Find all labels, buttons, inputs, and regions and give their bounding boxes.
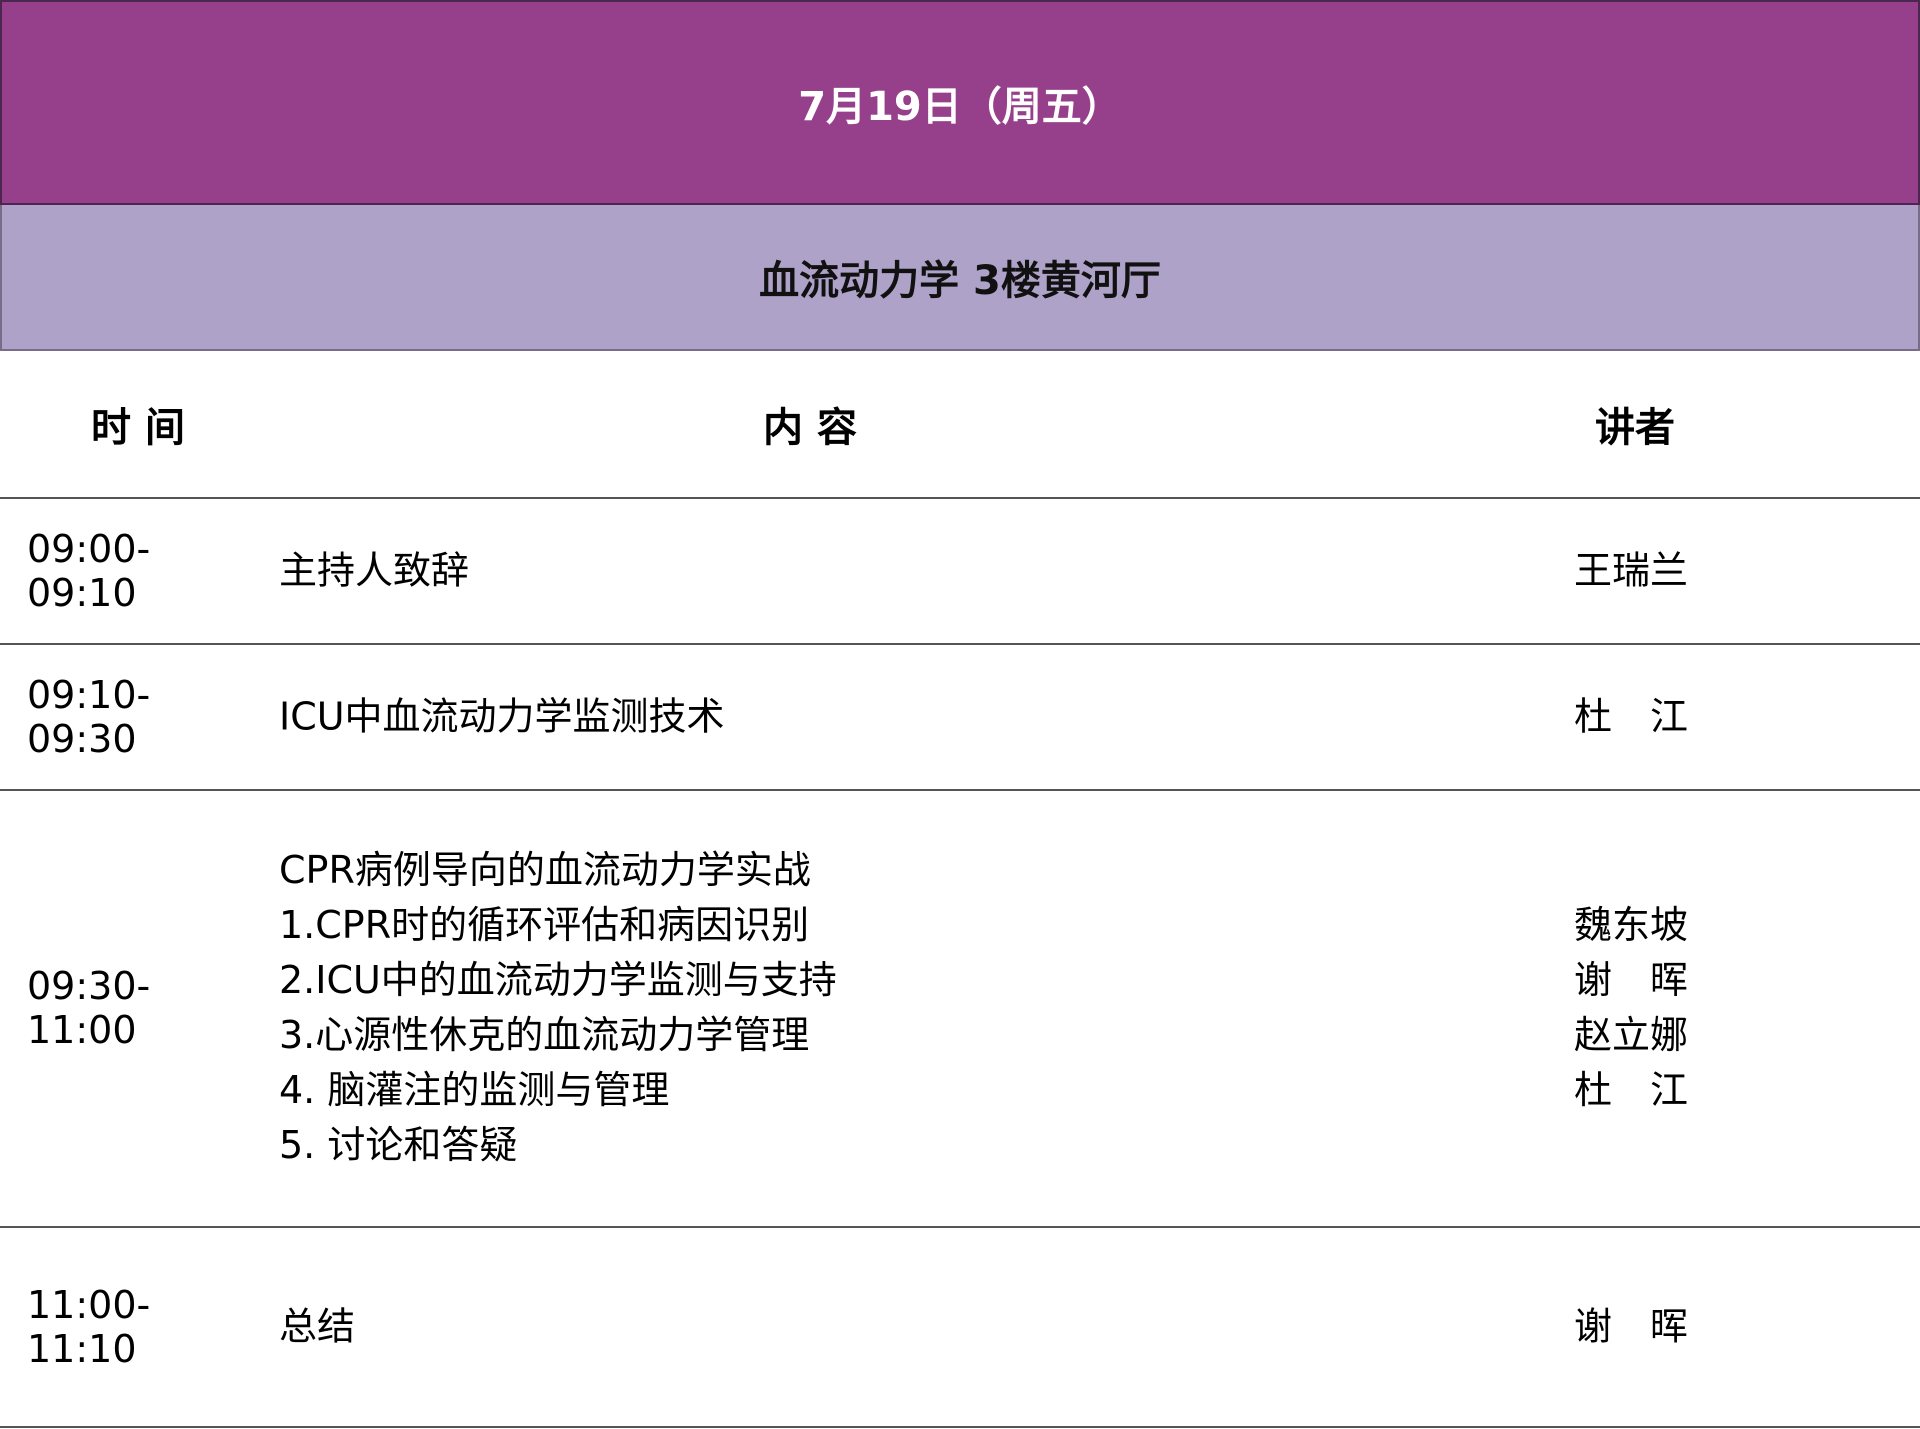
speaker-name: 杜 江 bbox=[1574, 1068, 1689, 1112]
session-title: 血流动力学 3楼黄河厅 bbox=[759, 258, 1161, 304]
table-row: 09:10-09:30 ICU中血流动力学监测技术 杜 江 bbox=[0, 644, 1920, 790]
row-content: 主持人致辞 bbox=[279, 544, 1479, 599]
agenda-page: 7月19日（周五） 血流动力学 3楼黄河厅 时 间 内 容 讲者 09:00-0… bbox=[0, 0, 1920, 1429]
speaker-name: 杜 江 bbox=[1574, 694, 1689, 739]
content-line: CPR病例导向的血流动力学实战 bbox=[279, 848, 811, 892]
row-speakers: 谢 晖 bbox=[1574, 1300, 1834, 1355]
row-content: ICU中血流动力学监测技术 bbox=[279, 690, 1479, 745]
row-time: 09:00-09:10 bbox=[27, 527, 151, 615]
content-line: 4. 脑灌注的监测与管理 bbox=[279, 1068, 670, 1112]
header-speaker: 讲者 bbox=[1595, 405, 1675, 451]
row-content: CPR病例导向的血流动力学实战 1.CPR时的循环评估和病因识别 2.ICU中的… bbox=[279, 843, 1479, 1173]
content-line: 5. 讨论和答疑 bbox=[279, 1123, 518, 1167]
speaker-name: 王瑞兰 bbox=[1574, 548, 1689, 593]
row-time: 11:00-11:10 bbox=[27, 1283, 151, 1371]
session-hall-banner: 血流动力学 3楼黄河厅 bbox=[0, 205, 1920, 351]
content-line: 3.心源性休克的血流动力学管理 bbox=[279, 1013, 810, 1057]
row-content: 总结 bbox=[279, 1300, 1479, 1355]
row-speakers: 王瑞兰 bbox=[1574, 544, 1834, 599]
content-line: 总结 bbox=[279, 1304, 356, 1349]
date-banner: 7月19日（周五） bbox=[0, 0, 1920, 205]
header-content: 内 容 bbox=[763, 405, 857, 451]
row-time: 09:10-09:30 bbox=[27, 673, 151, 761]
speaker-name: 谢 晖 bbox=[1574, 1304, 1689, 1349]
speaker-name: 魏东坡 bbox=[1574, 903, 1689, 947]
row-time: 09:30-11:00 bbox=[27, 964, 151, 1052]
table-row: 09:30-11:00 CPR病例导向的血流动力学实战 1.CPR时的循环评估和… bbox=[0, 790, 1920, 1226]
speaker-name: 赵立娜 bbox=[1574, 1013, 1689, 1057]
content-line: ICU中血流动力学监测技术 bbox=[279, 694, 725, 739]
content-line: 1.CPR时的循环评估和病因识别 bbox=[279, 903, 810, 947]
table-row: 11:00-11:10 总结 谢 晖 bbox=[0, 1227, 1920, 1427]
row-speakers: 杜 江 bbox=[1574, 690, 1834, 745]
date-title: 7月19日（周五） bbox=[798, 83, 1122, 130]
row-divider bbox=[0, 1426, 1920, 1428]
header-time: 时 间 bbox=[91, 405, 185, 451]
row-speakers: 魏东坡 谢 晖 赵立娜 杜 江 bbox=[1574, 898, 1834, 1118]
table-row: 09:00-09:10 主持人致辞 王瑞兰 bbox=[0, 498, 1920, 644]
speaker-name: 谢 晖 bbox=[1574, 958, 1689, 1002]
content-line: 2.ICU中的血流动力学监测与支持 bbox=[279, 958, 837, 1002]
content-line: 主持人致辞 bbox=[279, 548, 470, 593]
